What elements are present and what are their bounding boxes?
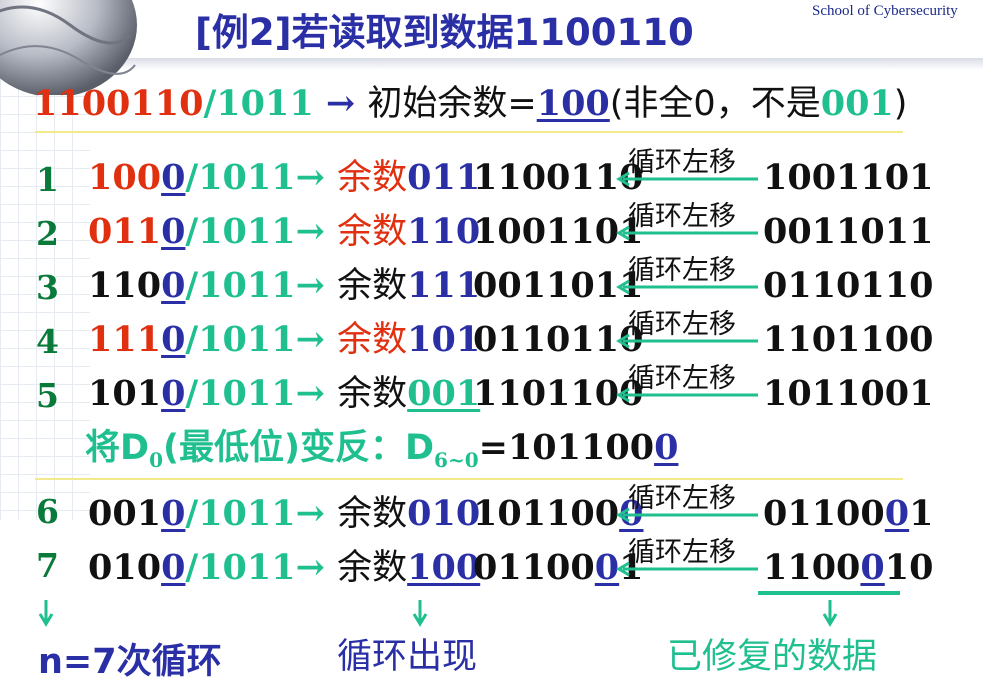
footer-right: 已修复的数据 (667, 637, 878, 677)
footer-middle: 循环出现 (337, 637, 478, 677)
footer-arrows (38, 591, 900, 627)
footer-left: n=7次循环 (38, 642, 222, 682)
